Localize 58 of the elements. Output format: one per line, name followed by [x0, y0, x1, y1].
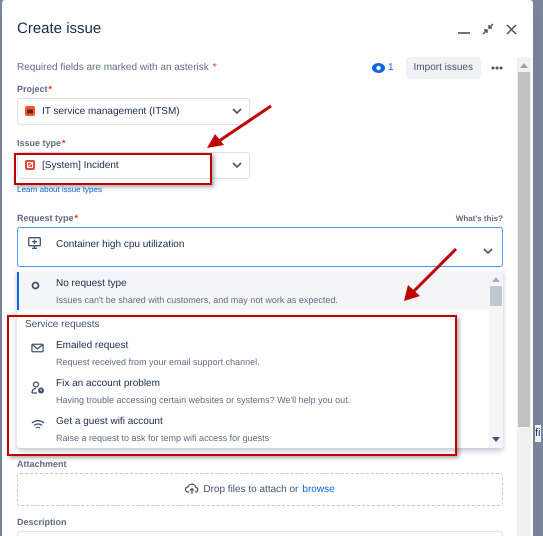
option-title: Fix an account problem	[56, 378, 161, 388]
close-icon[interactable]	[506, 24, 517, 35]
scroll-thumb[interactable]	[518, 72, 530, 426]
annotation-arrow	[205, 104, 273, 150]
chevron-down-icon	[232, 162, 242, 168]
required-asterisk: *	[74, 214, 78, 222]
mail-icon	[31, 342, 44, 352]
chevron-down-icon	[483, 248, 493, 254]
user-alert-icon	[31, 380, 45, 394]
background-text: fi	[535, 425, 540, 442]
menu-option[interactable]: Get a guest wifi account Raise a request to ask for temp wifi access for guests	[17, 410, 489, 448]
option-description: Issues can't be shared with customers, and may not work as expected.	[56, 294, 338, 306]
import-issues-button[interactable]: Import issues	[406, 56, 481, 78]
option-title: No request type	[56, 278, 128, 288]
issue-type-select[interactable]: [System] Incident	[17, 152, 250, 178]
collapse-icon[interactable]	[482, 23, 494, 36]
field-label: Description	[17, 518, 68, 526]
more-icon[interactable]	[491, 66, 503, 70]
menu-option[interactable]: Fix an account problem Having trouble accessing certain websites or systems? We'll help you out.	[17, 372, 489, 410]
project-icon	[25, 106, 35, 116]
watcher-count: 1	[388, 61, 394, 75]
dialog-title: Create issue	[17, 19, 102, 39]
menu-option[interactable]: Emailed request Request received from your email support channel.	[17, 334, 489, 372]
required-asterisk: *	[48, 84, 52, 94]
menu-group-heading: Service requests	[24, 318, 100, 332]
wifi-icon	[31, 418, 45, 430]
field-label: Attachment	[17, 460, 68, 468]
required-fields-note: Required fields are marked with an asterisk	[17, 61, 209, 75]
eye-icon[interactable]	[372, 62, 385, 72]
field-label: Issue type	[17, 138, 62, 148]
incident-icon	[25, 160, 35, 170]
select-value: IT service management (ITSM)	[42, 104, 181, 118]
field-label: Project	[17, 84, 48, 94]
menu-option[interactable]: No request type Issues can't be shared with customers, and may not work as expected.	[17, 272, 489, 310]
option-description: Raise a request to ask for temp wifi access for guests	[56, 432, 270, 444]
learn-issue-types-link[interactable]: Learn about issue types	[17, 184, 503, 196]
chevron-down-icon	[232, 108, 242, 114]
option-description: Having trouble accessing certain websites or systems? We'll help you out.	[56, 394, 350, 406]
drop-files-text: Drop files to attach or	[203, 482, 298, 496]
project-select[interactable]: IT service management (ITSM)	[17, 98, 250, 124]
option-title: Get a guest wifi account	[56, 416, 164, 426]
browse-link[interactable]: browse	[302, 482, 335, 496]
select-value: Container high cpu utilization	[56, 238, 186, 252]
cloud-upload-icon	[185, 483, 200, 495]
option-title: Emailed request	[56, 340, 130, 350]
whats-this-link[interactable]: What's this?	[456, 214, 503, 222]
monitor-plus-icon	[28, 236, 41, 248]
file-drop-zone[interactable]: Drop files to attach or browse	[17, 472, 503, 506]
field-label: Request type	[17, 214, 74, 222]
option-description: Request received from your email support channel.	[56, 356, 260, 368]
circle-icon	[31, 280, 40, 290]
annotation-arrow	[402, 247, 458, 303]
required-asterisk: *	[62, 138, 66, 148]
scroll-down-icon[interactable]	[492, 436, 500, 442]
select-value: [System] Incident	[42, 158, 120, 172]
required-asterisk: *	[212, 61, 217, 75]
request-type-select[interactable]: Container high cpu utilization	[17, 226, 503, 266]
scroll-thumb[interactable]	[490, 286, 502, 306]
